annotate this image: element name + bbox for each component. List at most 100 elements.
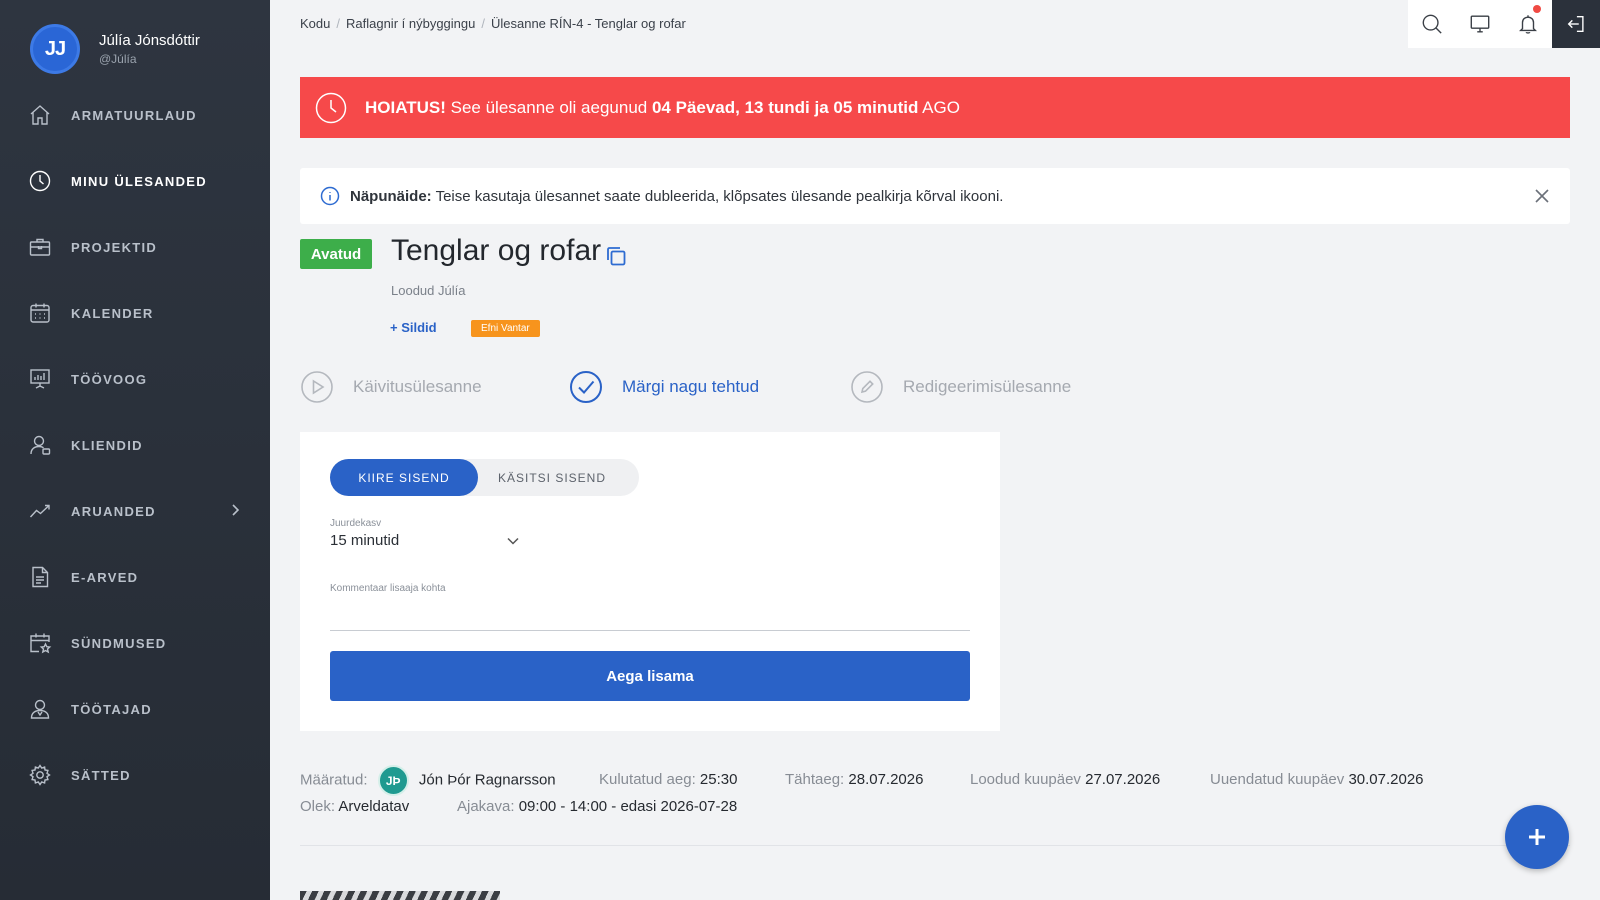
- schedule-info: Ajakava: 09:00 - 14:00 - edasi 2026-07-2…: [457, 798, 737, 815]
- sidebar-item-clients[interactable]: KLIENDID: [0, 412, 270, 478]
- sidebar-item-label: MINU ÜLESANDED: [71, 173, 207, 189]
- sidebar-item-employees[interactable]: TÖÖTAJAD: [0, 676, 270, 742]
- notification-dot: [1533, 5, 1541, 13]
- chart-line-icon: [29, 504, 50, 518]
- sidebar-item-label: KALENDER: [71, 305, 154, 321]
- start-task-label: Käivitusülesanne: [353, 377, 482, 396]
- entry-mode-toggle: KIIRE SISEND KÄSITSI SISEND: [330, 459, 639, 496]
- alert-text: HOIATUS! See ülesanne oli aegunud 04 Päe…: [365, 98, 960, 118]
- add-time-button[interactable]: Aega lisama: [330, 651, 970, 701]
- updated-date-info: Uuendatud kuupäev 30.07.2026: [1210, 771, 1424, 788]
- calendar-icon: [30, 303, 50, 323]
- monitor-icon: [1470, 15, 1490, 33]
- breadcrumb-home[interactable]: Kodu: [300, 16, 330, 31]
- created-by: Loodud Júlía: [391, 283, 466, 298]
- increment-select[interactable]: 15 minutid: [330, 532, 520, 549]
- sidebar-item-reports[interactable]: ARUANDED: [0, 478, 270, 544]
- play-circle-icon: [301, 371, 333, 403]
- sidebar-item-workflow[interactable]: TÖÖVOOG: [0, 346, 270, 412]
- add-tags-link[interactable]: + Sildid: [390, 320, 437, 335]
- start-task-button[interactable]: Käivitusülesanne: [300, 370, 482, 404]
- increment-label: Juurdekasv: [330, 518, 382, 529]
- breadcrumb-project[interactable]: Raflagnir í nýbyggingu: [346, 16, 475, 31]
- sidebar-item-label: KLIENDID: [71, 437, 143, 453]
- sidebar-item-label: TÖÖVOOG: [71, 371, 148, 387]
- breadcrumb-separator: /: [336, 16, 340, 31]
- due-date-label: Tähtaeg:: [785, 771, 845, 788]
- chevron-right-icon: [230, 503, 240, 517]
- edit-task-label: Redigeerimisülesanne: [903, 377, 1072, 396]
- updated-date-value: 30.07.2026: [1348, 771, 1424, 788]
- mark-done-label: Märgi nagu tehtud: [622, 377, 760, 396]
- tab-manual-entry[interactable]: KÄSITSI SISEND: [478, 459, 626, 496]
- sidebar-item-dashboard[interactable]: ARMATUURLAUD: [0, 82, 270, 148]
- search-icon: [1422, 14, 1442, 34]
- assignee-info: Määratud: JÞ Jón Þór Ragnarsson: [300, 765, 556, 796]
- status-value: Arveldatav: [338, 798, 410, 815]
- sidebar-item-projects[interactable]: PROJEKTID: [0, 214, 270, 280]
- sidebar-item-label: SÜNDMUSED: [71, 635, 167, 651]
- sidebar-item-label: ARMATUURLAUD: [71, 107, 197, 123]
- screen-button[interactable]: [1456, 0, 1504, 48]
- alert-suffix: AGO: [918, 97, 960, 117]
- user-info: Júlía Jónsdóttir @Júlía: [99, 32, 200, 66]
- created-date-info: Loodud kuupäev 27.07.2026: [970, 771, 1160, 788]
- attachment-thumbnail[interactable]: [300, 891, 500, 900]
- user-profile[interactable]: JJ Júlía Jónsdóttir @Júlía: [30, 24, 200, 74]
- sidebar-item-e-invoices[interactable]: E-ARVED: [0, 544, 270, 610]
- created-date-value: 27.07.2026: [1085, 771, 1161, 788]
- section-divider: [300, 845, 1570, 846]
- assignee-name[interactable]: Jón Þór Ragnarsson: [419, 771, 556, 788]
- edit-task-button[interactable]: Redigeerimisülesanne: [850, 370, 1071, 404]
- clock-icon: [315, 92, 347, 123]
- user-handle: @Júlía: [99, 52, 137, 66]
- avatar[interactable]: JJ: [30, 24, 80, 74]
- mark-done-button[interactable]: Märgi nagu tehtud: [569, 370, 759, 404]
- logout-icon: [1567, 15, 1584, 33]
- sidebar-item-settings[interactable]: SÄTTED: [0, 742, 270, 808]
- overdue-alert: HOIATUS! See ülesanne oli aegunud 04 Päe…: [300, 77, 1570, 138]
- sidebar-item-calendar[interactable]: KALENDER: [0, 280, 270, 346]
- comment-input[interactable]: [330, 596, 970, 630]
- add-floating-button[interactable]: [1505, 805, 1569, 869]
- clock-icon: [29, 170, 51, 192]
- check-circle-icon: [570, 371, 602, 403]
- breadcrumb-separator: /: [481, 16, 485, 31]
- briefcase-icon: [29, 238, 51, 256]
- tip-label: Näpunäide:: [350, 187, 432, 205]
- notifications-button[interactable]: [1504, 0, 1552, 48]
- increment-value: 15 minutid: [330, 532, 400, 549]
- employees-icon: [30, 699, 50, 719]
- duplicate-task-button[interactable]: [604, 244, 634, 280]
- sidebar-item-events[interactable]: SÜNDMUSED: [0, 610, 270, 676]
- assigned-label: Määratud:: [300, 771, 368, 789]
- sidebar-item-label: ARUANDED: [71, 503, 156, 519]
- home-icon: [30, 105, 50, 125]
- created-date-label: Loodud kuupäev: [970, 771, 1081, 788]
- sidebar-item-label: E-ARVED: [71, 569, 139, 585]
- search-button[interactable]: [1408, 0, 1456, 48]
- tip-message: Teise kasutaja ülesannet saate dubleerid…: [431, 187, 1004, 205]
- due-date-value: 28.07.2026: [848, 771, 924, 788]
- tag-badge[interactable]: Efni Vantar: [471, 320, 540, 337]
- due-date-info: Tähtaeg: 28.07.2026: [785, 771, 923, 788]
- sidebar: JJ Júlía Jónsdóttir @Júlía ARMATUURLAUD …: [0, 0, 270, 900]
- comment-underline: [330, 630, 970, 631]
- time-spent-label: Kulutatud aeg:: [599, 771, 696, 788]
- event-star-icon: [30, 633, 52, 654]
- sidebar-item-my-tasks[interactable]: MINU ÜLESANDED: [0, 148, 270, 214]
- logout-button[interactable]: [1552, 0, 1600, 48]
- tab-quick-entry[interactable]: KIIRE SISEND: [330, 459, 478, 496]
- copy-icon: [607, 247, 626, 266]
- page-title: Tenglar og rofar: [391, 234, 602, 267]
- close-tip-button[interactable]: [1532, 186, 1552, 206]
- alert-duration: 04 Päevad, 13 tundi ja 05 minutid: [651, 97, 919, 117]
- workflow-board-icon: [30, 369, 50, 389]
- alert-message: See ülesanne oli aegunud: [445, 97, 652, 117]
- status-label: Olek:: [300, 798, 336, 815]
- assignee-avatar[interactable]: JÞ: [377, 765, 409, 796]
- tip-text: Näpunäide: Teise kasutaja ülesannet saat…: [350, 188, 1003, 205]
- time-spent-info: Kulutatud aeg: 25:30: [599, 771, 737, 788]
- time-entry-card: KIIRE SISEND KÄSITSI SISEND Juurdekasv 1…: [300, 432, 1000, 731]
- sidebar-item-label: TÖÖTAJAD: [71, 701, 152, 717]
